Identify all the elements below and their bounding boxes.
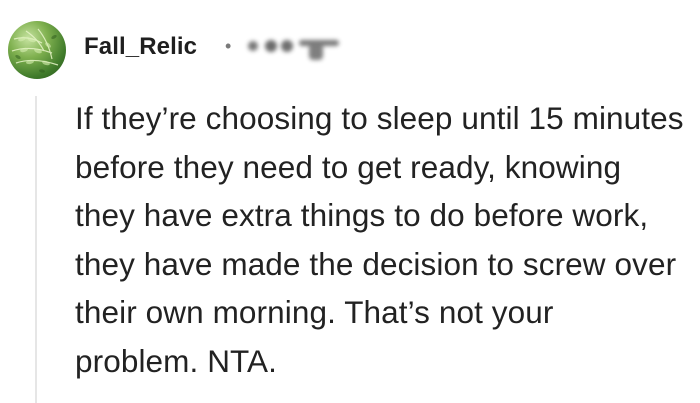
meta-separator: • xyxy=(225,36,232,56)
avatar[interactable] xyxy=(8,21,66,79)
thread-line[interactable] xyxy=(35,96,37,403)
username[interactable]: Fall_Relic xyxy=(84,33,197,61)
comment-body: If they’re choosing to sleep until 15 mi… xyxy=(75,100,684,379)
comment: Fall_Relic • If they’re choosing to slee… xyxy=(0,0,700,403)
blurred-metadata-icon xyxy=(248,40,339,60)
fern-leaves-icon xyxy=(11,28,59,73)
